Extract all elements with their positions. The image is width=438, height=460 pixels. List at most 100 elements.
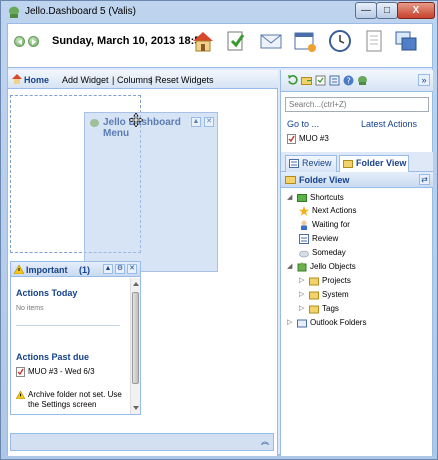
tab-folder-view[interactable]: Folder View <box>339 155 409 172</box>
expand-panel-icon[interactable]: » <box>418 74 430 86</box>
tree-node-label: Projects <box>322 276 351 285</box>
dragged-widget-title: Jello Dashboard Menu <box>103 117 181 139</box>
list-icon[interactable] <box>329 75 340 86</box>
collapsed-arrow-icon[interactable]: ▷ <box>287 319 295 327</box>
actions-past-due-heading: Actions Past due <box>16 352 90 362</box>
folder-icon <box>285 176 296 184</box>
jello-icon <box>90 119 99 127</box>
add-widget-link[interactable]: Add Widget <box>62 75 109 85</box>
review-icon <box>289 159 299 168</box>
widget-collapse-button[interactable]: ▲ <box>103 264 113 274</box>
task-item[interactable]: MUO #3 - Wed 6/3 <box>16 367 95 377</box>
widget-settings-button[interactable]: ⚙ <box>115 264 125 274</box>
task-icon <box>287 134 296 144</box>
important-count: (1) <box>79 265 90 275</box>
warning-icon <box>14 265 24 274</box>
dragged-widget[interactable]: Jello Dashboard Menu ▲ ✕ <box>84 112 218 272</box>
new-task-icon[interactable] <box>224 29 248 53</box>
search-input[interactable] <box>285 97 429 112</box>
outlook-folder-icon <box>297 319 307 328</box>
tree-node-label: Next Actions <box>312 206 357 215</box>
archive-warning-text: Archive folder not set. Use the Settings… <box>28 390 122 409</box>
tree-node-label: Outlook Folders <box>310 318 367 327</box>
notes-icon[interactable] <box>362 29 386 53</box>
tree-node-label: Shortcuts <box>310 193 344 202</box>
toolbar-separator: | <box>150 75 153 85</box>
help-icon[interactable]: ? <box>343 75 354 86</box>
section-divider <box>16 325 120 326</box>
tab-folder-view-label: Folder View <box>356 158 407 168</box>
widget-close-button[interactable]: ✕ <box>204 117 214 127</box>
collapsed-arrow-icon[interactable]: ▷ <box>299 305 307 313</box>
scroll-up-icon[interactable] <box>133 282 139 286</box>
folder-view-title: Folder View <box>299 175 350 185</box>
collapsed-arrow-icon[interactable]: ▷ <box>299 291 307 299</box>
important-widget-title: Important <box>26 265 68 275</box>
tree-node-label: Waiting for <box>312 220 350 229</box>
collapsed-arrow-icon[interactable]: ▷ <box>299 277 307 285</box>
folder-icon <box>309 305 319 314</box>
dragged-widget-header[interactable]: Jello Dashboard Menu ▲ ✕ <box>85 113 217 147</box>
home-link[interactable]: Home <box>24 75 49 85</box>
refresh-tree-icon[interactable]: ⇄ <box>419 174 430 185</box>
top-toolbar: Sunday, March 10, 2013 18:57 <box>8 24 432 68</box>
task-label: MUO #3 - Wed 6/3 <box>28 367 95 377</box>
side-panel-toolbar: ? » <box>281 70 433 92</box>
latest-actions-link[interactable]: Latest Actions <box>361 119 417 129</box>
refresh-icon[interactable] <box>287 75 298 86</box>
widget-collapse-button[interactable]: ▲ <box>191 117 201 127</box>
important-widget-body: Actions Today No items Actions Past due … <box>11 278 129 414</box>
star-icon <box>299 206 309 216</box>
tab-review[interactable]: Review <box>285 155 337 172</box>
view-tabs: Review Folder View <box>281 152 433 172</box>
dashboard-panel: Home Add Widget | Columns | Reset Widget… <box>8 70 278 456</box>
folder-icon <box>309 277 319 286</box>
windows-icon[interactable] <box>394 29 418 53</box>
goto-link[interactable]: Go to ... <box>287 119 319 129</box>
current-datetime: Sunday, March 10, 2013 18:57 <box>52 35 207 47</box>
home-icon[interactable] <box>191 29 215 53</box>
scroll-down-icon[interactable] <box>133 406 139 410</box>
puzzle-icon <box>297 262 307 272</box>
calendar-icon[interactable] <box>293 29 317 53</box>
person-icon <box>301 220 307 230</box>
folder-green-icon <box>297 194 307 202</box>
close-button[interactable]: X <box>397 2 435 19</box>
important-widget: Important (1) ▲ ⚙ ✕ Actions Today No ite… <box>10 261 141 415</box>
cloud-icon <box>299 250 309 258</box>
dashboard-toolbar: Home Add Widget | Columns | Reset Widget… <box>8 70 278 89</box>
reset-widgets-link[interactable]: Reset Widgets <box>155 75 214 85</box>
collapse-up-icon[interactable]: ︽ <box>259 437 271 448</box>
mail-icon[interactable] <box>259 29 283 53</box>
expanded-arrow-icon[interactable]: ◢ <box>287 194 295 202</box>
important-scrollbar[interactable] <box>130 278 140 414</box>
jello-icon[interactable] <box>357 75 368 86</box>
title-bar[interactable]: Jello.Dashboard 5 (Valis) — □ X <box>1 1 437 23</box>
recent-item[interactable]: MUO #3 <box>287 134 329 144</box>
tree-node-label: System <box>322 290 349 299</box>
scrollbar-thumb[interactable] <box>132 292 139 384</box>
new-item-icon[interactable] <box>315 75 326 86</box>
expanded-arrow-icon[interactable]: ◢ <box>287 263 295 271</box>
recent-item-label: MUO #3 <box>299 134 329 144</box>
tree-node-label: Jello Objects <box>310 262 356 271</box>
home-small-icon <box>12 74 22 84</box>
tab-review-label: Review <box>302 158 332 168</box>
actions-today-heading: Actions Today <box>16 288 78 298</box>
widget-close-button[interactable]: ✕ <box>127 264 137 274</box>
minimize-button[interactable]: — <box>355 2 377 19</box>
review-icon <box>299 234 309 244</box>
svg-text:?: ? <box>347 77 351 86</box>
folder-view-header: Folder View ⇄ <box>281 172 433 188</box>
dashboard-footer: ︽ <box>10 433 274 451</box>
clock-icon[interactable] <box>328 29 352 53</box>
important-widget-header[interactable]: Important (1) ▲ ⚙ ✕ <box>11 262 140 277</box>
task-icon <box>16 367 25 377</box>
side-panel: ? » Go to ... Latest Actions MUO #3 <box>280 70 433 456</box>
back-button[interactable] <box>14 36 25 47</box>
columns-link[interactable]: Columns <box>117 75 153 85</box>
forward-button[interactable] <box>28 36 39 47</box>
add-folder-icon[interactable] <box>301 75 312 86</box>
no-items-text: No items <box>16 305 44 312</box>
maximize-button[interactable]: □ <box>376 2 398 19</box>
